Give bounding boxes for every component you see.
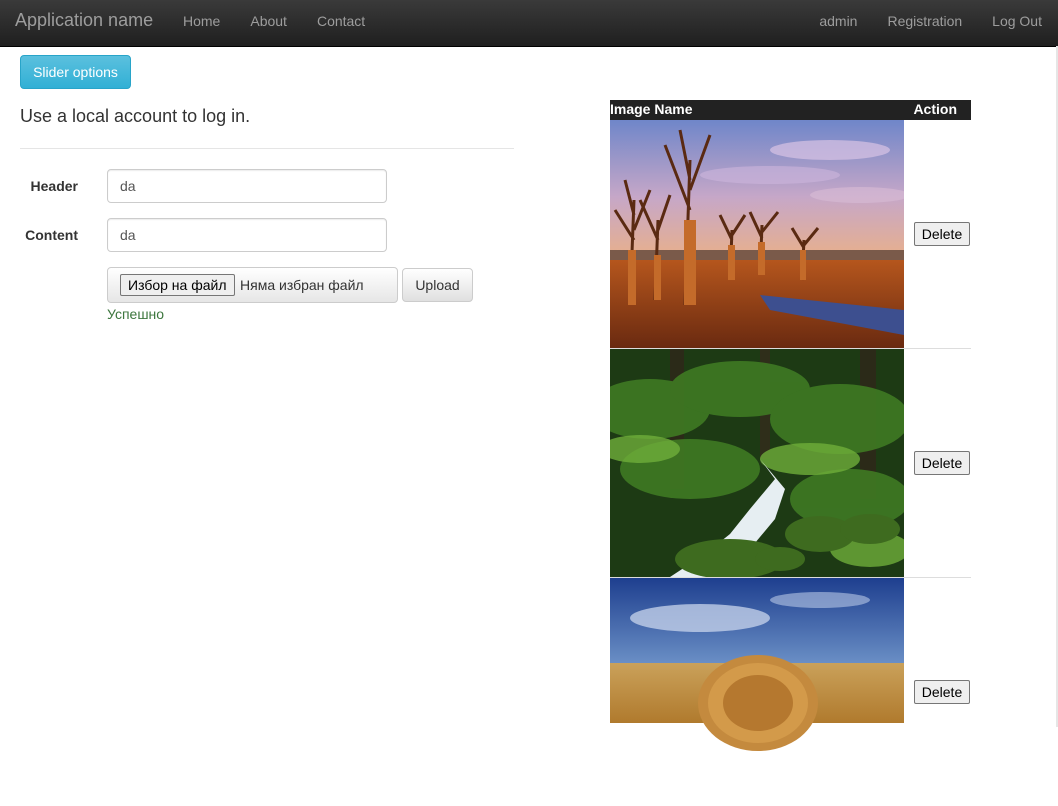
nav-contact-link[interactable]: Contact: [302, 0, 380, 42]
nav-right: admin Registration Log Out: [804, 0, 1042, 42]
nav-left: Home About Contact: [168, 0, 380, 42]
content-label: Content: [25, 227, 78, 243]
header-input[interactable]: [107, 169, 387, 203]
nav-registration-link[interactable]: Registration: [872, 0, 977, 42]
column-header-image-name: Image Name: [610, 101, 693, 117]
table-row: Delete: [610, 120, 971, 349]
nav-user-link[interactable]: admin: [804, 0, 872, 42]
file-input[interactable]: Избор на файл Няма избран файл: [107, 267, 398, 303]
nav-about-link[interactable]: About: [235, 0, 302, 42]
slider-options-button[interactable]: Slider options: [20, 55, 131, 89]
nav-home-link[interactable]: Home: [168, 0, 235, 42]
images-table: Image Name Action Delete Delete Delete: [610, 100, 971, 806]
brand-link[interactable]: Application name: [15, 10, 153, 31]
table-row: Delete: [610, 578, 971, 806]
divider: [20, 148, 514, 149]
file-status-text: Няма избран файл: [240, 277, 364, 293]
choose-file-button[interactable]: Избор на файл: [120, 274, 235, 296]
header-label: Header: [30, 178, 78, 194]
upload-button[interactable]: Upload: [402, 268, 473, 302]
column-header-action: Action: [913, 101, 957, 117]
page-lead-text: Use a local account to log in.: [20, 106, 251, 126]
table-header: Image Name Action: [610, 100, 971, 120]
delete-button[interactable]: Delete: [914, 451, 970, 475]
success-message: Успешно: [107, 306, 165, 322]
baobab-landscape-image: [610, 120, 904, 348]
forest-waterfall-image: [610, 349, 904, 577]
hay-bale-field-image: [610, 578, 904, 806]
top-navbar: Application name Home About Contact admi…: [0, 0, 1058, 47]
table-row: Delete: [610, 349, 971, 578]
delete-button[interactable]: Delete: [914, 222, 970, 246]
content-input[interactable]: [107, 218, 387, 252]
delete-button[interactable]: Delete: [914, 680, 970, 704]
nav-logout-link[interactable]: Log Out: [977, 0, 1042, 42]
